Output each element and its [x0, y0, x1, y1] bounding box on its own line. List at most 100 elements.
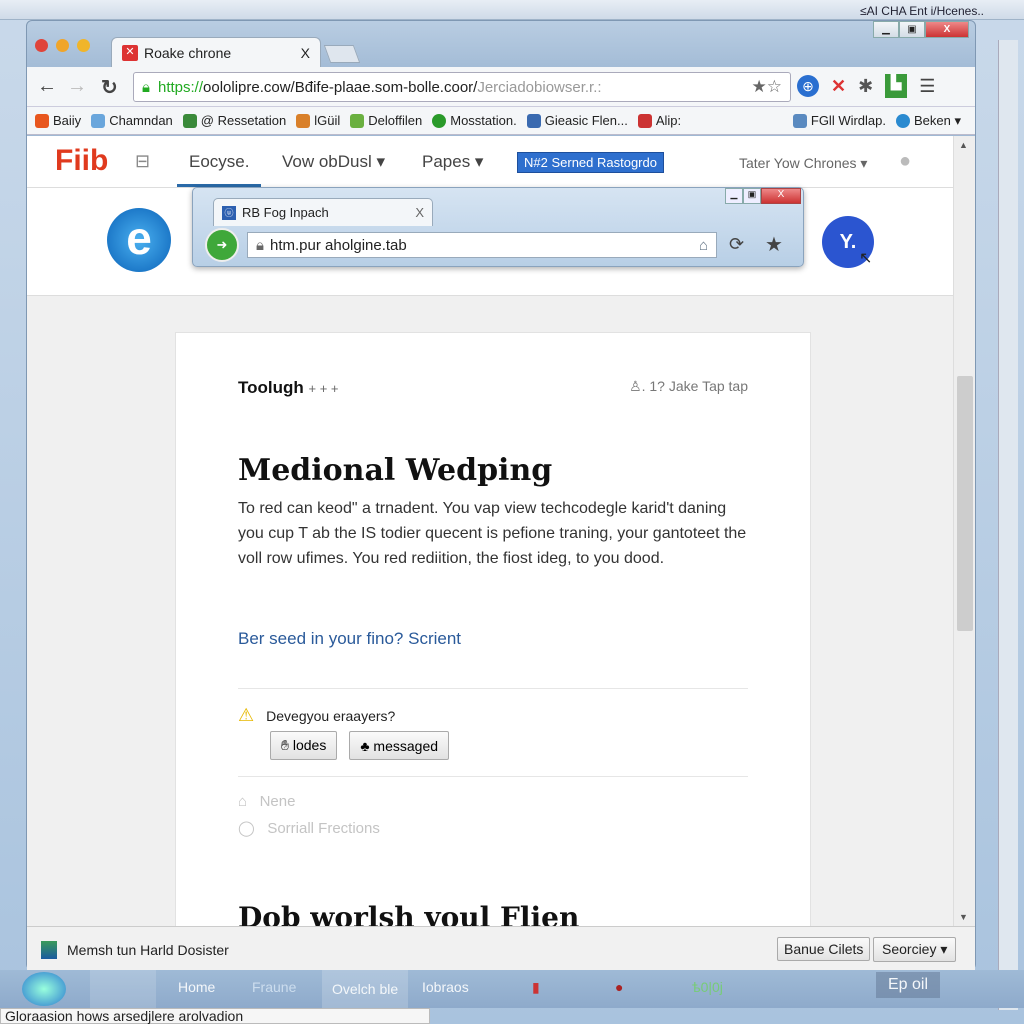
bookmark-item[interactable]: Alip:: [637, 113, 681, 128]
taskbar-item[interactable]: ѣ0|0j: [692, 979, 723, 995]
bookmark-icon: [182, 113, 197, 128]
ie-logo-icon[interactable]: e: [107, 208, 171, 272]
article-subtitle: Dob worlsh youl Flien: [238, 901, 580, 926]
bookmark-icon: [896, 113, 910, 128]
url-text: oololipre.cow/Bđife-plaae.som-bolle.coor…: [203, 78, 478, 96]
address-bar[interactable]: 🔒︎ https://oololipre.cow/Bđife-plaae.som…: [133, 72, 791, 102]
extension-chart-icon[interactable]: ▙: [885, 74, 908, 98]
url-scheme: https://: [157, 78, 204, 96]
bookmark-icon: [432, 113, 447, 128]
bookmark-label: Baiiy: [53, 113, 82, 128]
status-button[interactable]: Banue Cilets: [777, 937, 871, 961]
popup-tab-close[interactable]: X: [415, 205, 424, 220]
article-card: Toolugh + + + ♙. 1? Jake Tap tap Mediona…: [175, 332, 811, 926]
popup-tab-favicon-icon: ⓤ: [222, 205, 236, 220]
popup-home-icon[interactable]: ⌂: [699, 237, 708, 254]
start-button[interactable]: [22, 972, 66, 1006]
site-header: Fiib ⊟ Eocyse. Vow obDusl ▾ Papes ▾ N#2 …: [27, 136, 953, 188]
bookmark-item[interactable]: Gieasic Flen...: [526, 113, 628, 128]
menu-icon[interactable]: ☰: [919, 76, 935, 97]
popup-star-icon[interactable]: ★: [765, 232, 783, 257]
warning-icon: ⚠: [238, 705, 255, 725]
bookmark-item[interactable]: FGll Wirdlap.: [792, 113, 886, 128]
close-window-button[interactable]: X: [925, 21, 969, 38]
zoom-dot[interactable]: [77, 39, 90, 52]
scroll-up-icon[interactable]: ▲: [959, 140, 968, 150]
tab-title: Roake chrone: [144, 44, 232, 61]
popup-tab[interactable]: ⓤ RB Fog Inpach X: [213, 198, 433, 226]
bookmark-item[interactable]: Deloffilen: [350, 113, 422, 128]
user-menu[interactable]: Tater Yow Chrones ▾: [739, 155, 867, 172]
back-icon[interactable]: ←: [37, 75, 57, 98]
taskbar-item[interactable]: Iobraos: [422, 979, 469, 995]
extension-icons: ⊕ ✕ ✱ ▙ ☰: [797, 74, 935, 98]
bookmark-item[interactable]: Baiiy: [35, 113, 81, 128]
hand-icon: ✋︎: [281, 737, 289, 753]
url-faded: Jerciadobiowser.r.:: [477, 78, 602, 96]
popup-address-bar[interactable]: 🔒︎ htm.pur aholgine.tab ⌂: [247, 232, 717, 258]
article-meta: ♙. 1? Jake Tap tap: [629, 378, 748, 394]
bookmark-icon: [350, 113, 365, 128]
background-window-scrollbar[interactable]: [998, 40, 1018, 1010]
popup-search-icon[interactable]: ⟳: [729, 234, 744, 255]
taskbar-item[interactable]: Fraune: [252, 979, 296, 995]
traffic-lights: [35, 39, 90, 52]
close-dot[interactable]: [35, 39, 48, 52]
taskbar-red-icon[interactable]: ▮: [532, 979, 540, 996]
toolbar: ← → ↻ 🔒︎ https://oololipre.cow/Bđife-pla…: [27, 67, 975, 107]
status-select[interactable]: Seorciey ▾: [873, 937, 957, 962]
taskbar-app-icon[interactable]: [90, 970, 156, 1008]
desktop-top-strip: ≤AI CHA Ent i/Hcenes..: [0, 0, 1024, 20]
popup-go-icon[interactable]: ➜: [205, 228, 239, 262]
nav-item[interactable]: Vow obDusl ▾: [282, 152, 385, 172]
maximize-button[interactable]: ▣: [899, 21, 925, 38]
minimize-dot[interactable]: [56, 39, 69, 52]
extension-x-icon[interactable]: ✕: [831, 76, 846, 97]
button-label: lodes: [292, 737, 327, 753]
lodes-button[interactable]: ✋︎ lodes: [270, 731, 338, 760]
promo-badge[interactable]: N#2 Serned Rastogrdo: [517, 152, 664, 173]
messaged-button[interactable]: ♣ messaged: [349, 731, 450, 760]
site-logo[interactable]: Fiib: [55, 144, 108, 178]
extension-globe-icon[interactable]: ⊕: [797, 75, 819, 97]
faint-item[interactable]: ◯ Sorriall Frections: [238, 819, 748, 837]
tab-close-button[interactable]: X: [301, 45, 310, 61]
taskbar-item[interactable]: Ovelch ble: [322, 970, 409, 1008]
home-icon: ⌂: [238, 793, 248, 810]
page-content: Fiib ⊟ Eocyse. Vow obDusl ▾ Papes ▾ N#2 …: [27, 136, 953, 926]
popup-tab-title: RB Fog Inpach: [242, 205, 329, 220]
minimize-button[interactable]: ▁: [873, 21, 899, 38]
taskbar-item[interactable]: Ep oil: [876, 972, 941, 998]
bookmark-item[interactable]: @ Ressetation: [182, 113, 286, 128]
bookmark-item[interactable]: Mosstation.: [432, 113, 517, 128]
bookmark-label: Gieasic Flen...: [544, 113, 628, 128]
page-scrollbar[interactable]: ▲ ▼: [953, 136, 975, 926]
scroll-down-icon[interactable]: ▼: [959, 912, 968, 922]
taskbar-apple-icon[interactable]: ●: [615, 979, 623, 995]
bookmark-item[interactable]: Chamndan: [91, 113, 173, 128]
other-bookmarks[interactable]: Beken ▾: [896, 113, 961, 129]
popup-url: htm.pur aholgine.tab: [269, 236, 407, 254]
nav-item[interactable]: Eocyse.: [177, 152, 262, 187]
bookmark-star-icon[interactable]: ★☆: [752, 77, 782, 97]
new-tab-button[interactable]: [323, 45, 361, 63]
tab-active[interactable]: ✕ Roake chrone X: [111, 37, 321, 67]
lock-icon: 🔒︎: [142, 78, 150, 96]
popup-minimize-button[interactable]: ▁: [725, 188, 743, 204]
apple-icon[interactable]: ●: [899, 150, 911, 173]
faint-item[interactable]: ⌂ Nene: [238, 793, 748, 810]
bookmark-item[interactable]: lGüil: [296, 113, 340, 128]
nav-item[interactable]: Papes ▾: [422, 152, 483, 172]
forward-icon[interactable]: →: [67, 75, 87, 98]
article-kicker: Toolugh + + +: [238, 378, 339, 397]
reload-icon[interactable]: ↻: [101, 75, 118, 100]
article-link[interactable]: Ber seed in your fino? Scrient: [238, 629, 748, 649]
menu-list-icon[interactable]: ⊟: [135, 151, 150, 172]
bookmark-label: Chamndan: [109, 113, 173, 128]
popup-close-button[interactable]: X: [761, 188, 801, 204]
popup-window-controls: ▁ ▣ X: [725, 188, 801, 204]
taskbar-item[interactable]: Home: [178, 979, 215, 995]
extension-puzzle-icon[interactable]: ✱: [858, 76, 873, 97]
scroll-thumb[interactable]: [957, 376, 973, 631]
popup-maximize-button[interactable]: ▣: [743, 188, 761, 204]
